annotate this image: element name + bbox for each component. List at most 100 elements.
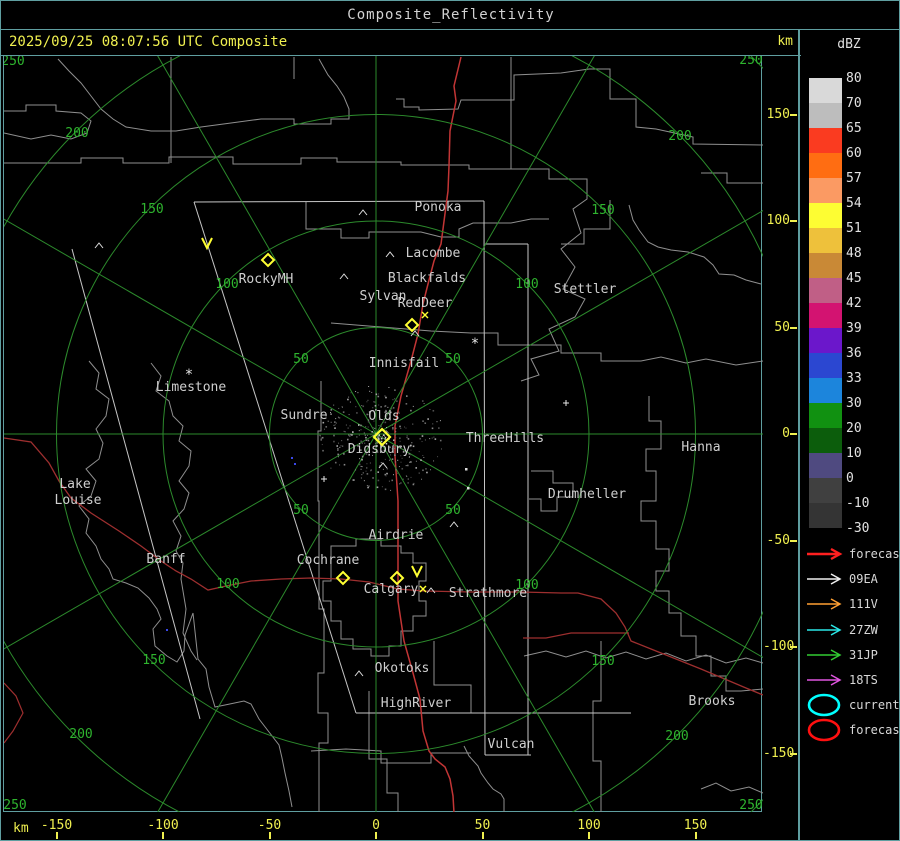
track-arrow-icon <box>807 674 842 686</box>
scale-tick-label: 39 <box>846 321 862 336</box>
range-ring-label: 150 <box>591 203 614 218</box>
county-boundary-line <box>523 650 763 664</box>
clutter-dot <box>384 405 387 407</box>
clutter-dot <box>330 409 333 411</box>
clutter-dot <box>382 434 385 436</box>
right-axis-tick <box>790 220 797 222</box>
clutter-dot <box>429 408 431 410</box>
range-ring-label: 100 <box>515 277 538 292</box>
town-dot-icon <box>465 468 468 471</box>
clutter-dot <box>384 473 387 476</box>
right-axis-label: 100 <box>766 213 790 228</box>
clutter-dot <box>337 453 339 456</box>
clutter-dot <box>358 434 360 436</box>
scale-swatch <box>809 253 842 278</box>
clutter-dot <box>424 439 426 441</box>
city-label-cochrane: Cochrane <box>297 553 360 568</box>
clutter-dot <box>402 478 404 480</box>
clutter-dot <box>381 486 383 488</box>
scale-swatch <box>809 78 842 103</box>
clutter-dot <box>371 391 373 393</box>
city-labels: PonokaLacombeBlackfaldsSylvanRedDeerStet… <box>55 200 736 752</box>
clutter-dot <box>397 459 399 461</box>
clutter-dot <box>388 432 390 434</box>
county-boundary-line <box>463 745 505 812</box>
city-label-didsbury: Didsbury <box>348 442 411 457</box>
clutter-dot <box>337 416 339 418</box>
clutter-dot <box>367 486 369 489</box>
radar-map[interactable]: 25020015010050 50100150200250501001502002… <box>1 1 900 841</box>
clutter-dot <box>390 489 392 491</box>
clutter-dot <box>397 472 399 474</box>
clutter-dot <box>395 461 397 463</box>
clutter-dot <box>385 475 387 477</box>
bottom-axis-label: -50 <box>257 818 282 833</box>
radar-site-diamond-icon <box>260 252 276 268</box>
city-label-threehills: ThreeHills <box>466 431 544 446</box>
scale-swatch <box>809 403 842 428</box>
clutter-dot <box>358 424 360 426</box>
scale-swatch <box>809 228 842 253</box>
coverage-outline-line <box>71 248 201 720</box>
clutter-dot <box>365 470 367 472</box>
clutter-dot <box>333 404 335 406</box>
clutter-dot <box>360 429 362 431</box>
clutter-dot <box>372 434 374 436</box>
clutter-dot <box>422 420 424 422</box>
clutter-dot <box>421 400 424 402</box>
city-label-olds: Olds <box>368 409 399 424</box>
clutter-dot <box>377 471 380 473</box>
color-scale-unit: dBZ <box>837 37 861 52</box>
county-boundary-line <box>4 156 511 170</box>
clutter-dot <box>388 386 390 388</box>
clutter-dot <box>378 393 380 395</box>
clutter-dot <box>366 463 368 465</box>
clutter-dot <box>363 480 365 482</box>
clutter-dot <box>358 463 361 466</box>
scale-tick-label: 54 <box>846 196 862 211</box>
clutter-dot <box>370 470 372 472</box>
clutter-dot <box>349 401 351 403</box>
clutter-dot <box>325 426 328 428</box>
highway-line <box>523 632 629 639</box>
clutter-dot <box>348 434 350 436</box>
clutter-dot <box>366 401 368 403</box>
clutter-dot <box>342 411 345 413</box>
clutter-dot <box>348 414 350 416</box>
clutter-dot <box>432 423 434 425</box>
clutter-dot <box>421 478 423 480</box>
right-axis-tick <box>790 539 797 542</box>
clutter-dot <box>335 422 337 424</box>
right-axis-tick <box>790 646 797 648</box>
range-ring-label: 100 <box>215 277 238 292</box>
clutter-dot <box>380 425 382 427</box>
clutter-dot <box>388 459 390 461</box>
ellipse-shape <box>807 718 841 742</box>
clutter-dot <box>334 427 336 429</box>
clutter-dot <box>358 430 360 432</box>
scale-tick-label: 48 <box>846 246 862 261</box>
town-dot-icon <box>467 487 470 490</box>
clutter-dot <box>359 458 361 460</box>
clutter-dot <box>391 479 394 482</box>
clutter-dot <box>386 472 388 475</box>
legend-panel: dBZ 80 70 65 60 57 54 51 48 45 42 39 36 33 30 20 10 0 -10… <box>801 30 900 840</box>
clutter-dot <box>373 401 375 403</box>
clutter-dot <box>372 427 374 429</box>
clutter-dot <box>405 427 407 429</box>
city-label-hanna: Hanna <box>681 440 720 455</box>
ellipse-label: forecast <box>849 723 900 738</box>
clutter-dot <box>362 405 365 408</box>
clutter-dot <box>363 432 365 434</box>
scale-swatch <box>809 153 842 178</box>
city-label-vulcan: Vulcan <box>488 737 535 752</box>
county-boundary-line <box>150 362 198 661</box>
current-ellipse-icon <box>807 693 841 717</box>
clutter-dot <box>320 439 323 441</box>
clutter-dot <box>419 437 422 440</box>
bottom-axis-tick <box>55 832 58 839</box>
city-label-drumheller: Drumheller <box>548 487 626 502</box>
clutter-dot <box>430 469 432 471</box>
clutter-dot <box>386 468 388 470</box>
clutter-dot <box>380 437 383 440</box>
